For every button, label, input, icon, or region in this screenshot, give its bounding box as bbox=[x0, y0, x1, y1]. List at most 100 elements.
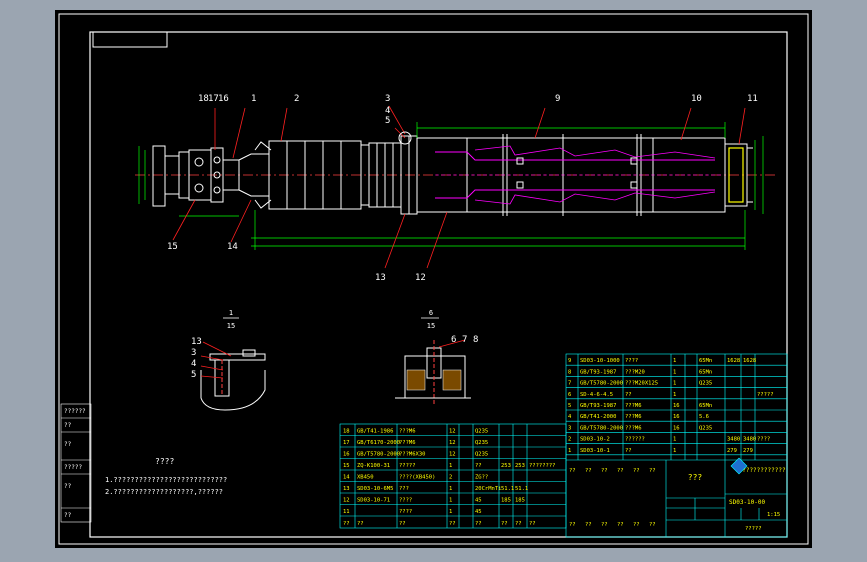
screw-flight-upper bbox=[474, 145, 716, 159]
drawing-scale: 1:15 bbox=[767, 512, 780, 518]
bom-right-cell: 1628 bbox=[727, 358, 740, 364]
bom-left-cell: ??? bbox=[399, 486, 409, 492]
bom-left-cell: 253 bbox=[501, 463, 511, 469]
bom-left-cell: ????? bbox=[399, 463, 416, 469]
margin-label: ????? bbox=[64, 464, 82, 471]
section-b-scale: 15 bbox=[427, 322, 435, 330]
title-block-label: ?? bbox=[633, 522, 640, 528]
section-b-callout: 8 bbox=[473, 335, 478, 345]
bom-right-cell: 7 bbox=[568, 381, 571, 387]
bom-right-cell: 1 bbox=[673, 448, 676, 454]
title-block-label: ?? bbox=[585, 468, 592, 474]
bom-right-cell: 3480 bbox=[727, 437, 740, 443]
bom-left-cell: 185 bbox=[501, 498, 511, 504]
motor-flange bbox=[152, 145, 166, 207]
bom-right-cell: ?????? bbox=[625, 437, 645, 443]
bom-right-cell: GB/T5780-2000 bbox=[580, 381, 623, 387]
bom-left-cell: ???? bbox=[399, 498, 412, 504]
part-number-callout: 2 bbox=[294, 94, 299, 104]
bom-right-cell: 3 bbox=[568, 425, 571, 431]
bom-right-cell: GB/T93-1987 bbox=[580, 403, 616, 409]
section-a-callout: 13 bbox=[191, 337, 202, 347]
part-number-callout: 3 bbox=[385, 94, 390, 104]
bom-left-header: ?? bbox=[501, 521, 508, 527]
title-block-label: ?? bbox=[569, 522, 576, 528]
bom-left-cell: 51.1 bbox=[515, 486, 528, 492]
sheet-label: ????? bbox=[745, 526, 762, 532]
bom-left-cell: 45 bbox=[475, 498, 482, 504]
bom-left-cell: Q235 bbox=[475, 429, 488, 435]
note-line: 1.??????????????????????????? bbox=[105, 476, 227, 484]
bom-left-cell: 12 bbox=[449, 452, 456, 458]
drawing-canvas[interactable]: 18 17 16 1 2 3 4 5 9 10 11 15 14 13 12 1 15 13 3 4 5 6 15 6 7 8??… bbox=[55, 10, 812, 548]
bom-right-cell: 279 bbox=[743, 448, 753, 454]
bom-right-cell: 1628 bbox=[743, 358, 756, 364]
bom-left-cell: GB/T41-1986 bbox=[357, 429, 393, 435]
notes-title: ???? bbox=[155, 457, 174, 466]
bom-left-cell: 12 bbox=[449, 429, 456, 435]
part-number-callout: 9 bbox=[555, 94, 560, 104]
section-b-callout: 7 bbox=[462, 335, 467, 345]
bom-right-cell: 6 bbox=[568, 392, 571, 398]
title-block-label: ?? bbox=[601, 468, 608, 474]
part-number-callout: 15 bbox=[167, 242, 178, 252]
section-a-callout: 5 bbox=[191, 370, 196, 380]
bom-left-header: ?? bbox=[357, 521, 364, 527]
bom-left-cell: GB/T5780-2000 bbox=[357, 452, 400, 458]
section-view-a bbox=[200, 317, 266, 411]
bom-right-cell: Q235 bbox=[699, 381, 712, 387]
bom-left-cell: 18 bbox=[343, 429, 350, 435]
part-number-callout: 12 bbox=[415, 273, 426, 283]
screw-flight-lower bbox=[474, 191, 716, 205]
corner-label-box bbox=[92, 31, 168, 48]
title-block-label: ?? bbox=[585, 522, 592, 528]
bom-left-cell: ????(XB450) bbox=[399, 475, 435, 481]
section-b-label: 6 bbox=[429, 309, 433, 317]
callout-leaders bbox=[172, 105, 746, 269]
bom-right-cell: 1 bbox=[673, 437, 676, 443]
bom-left-cell: ???????? bbox=[529, 463, 556, 469]
dimension-lines bbox=[138, 122, 764, 250]
margin-label: ?????? bbox=[64, 408, 86, 415]
note-line: 2.???????????????????,?????? bbox=[105, 488, 223, 496]
bom-right-cell: 16 bbox=[673, 403, 680, 409]
title-block-label: ?? bbox=[649, 522, 656, 528]
bom-right-cell: ?? bbox=[625, 392, 632, 398]
margin-label: ?? bbox=[64, 441, 72, 448]
bom-right-cell: GB/T5780-2000 bbox=[580, 425, 623, 431]
bom-left-cell: 45 bbox=[475, 509, 482, 515]
section-a-scale: 15 bbox=[227, 322, 235, 330]
bom-left-cell: Q235 bbox=[475, 440, 488, 446]
bom-left-cell: 1 bbox=[449, 486, 452, 492]
bom-right-cell: ???M6 bbox=[625, 425, 642, 431]
bom-right-cell: 16 bbox=[673, 414, 680, 420]
bom-right-cell: ???? bbox=[757, 437, 770, 443]
section-b-callout: 6 bbox=[451, 335, 456, 345]
title-block-label: ?? bbox=[649, 468, 656, 474]
bom-right-cell: ???M6 bbox=[625, 414, 642, 420]
bom-left-cell: ZG?? bbox=[475, 475, 488, 481]
bom-left-cell: 20CrMnTi bbox=[475, 486, 502, 492]
cad-viewport[interactable]: 18 17 16 1 2 3 4 5 9 10 11 15 14 13 12 1 15 13 3 4 5 6 15 6 7 8??… bbox=[0, 0, 867, 562]
bom-right-cell: ???? bbox=[625, 358, 638, 364]
part-number-callout: 10 bbox=[691, 94, 702, 104]
bom-left-cell: 1 bbox=[449, 463, 452, 469]
bom-right-cell: 279 bbox=[727, 448, 737, 454]
margin-label: ?? bbox=[64, 483, 72, 490]
bom-right-cell: 3480 bbox=[743, 437, 756, 443]
bom-left-cell: Q235 bbox=[475, 452, 488, 458]
bom-right-cell: 5.6 bbox=[699, 414, 709, 420]
part-number-callout: 11 bbox=[747, 94, 758, 104]
bom-left-cell: SD03-10-6M5 bbox=[357, 486, 393, 492]
bom-right-cell: 1 bbox=[568, 448, 571, 454]
bom-left-cell: 12 bbox=[449, 440, 456, 446]
title-block-label: ?? bbox=[633, 468, 640, 474]
bom-right-cell: ???M6 bbox=[625, 403, 642, 409]
drawing-sheet: 18 17 16 1 2 3459 10 1115 1413 12115133456156 7 8??… bbox=[58, 13, 809, 545]
bom-right-cell: 4 bbox=[568, 414, 572, 420]
part-number-callout: 5 bbox=[385, 116, 390, 126]
section-a-callout: 4 bbox=[191, 359, 196, 369]
bom-right-cell: 65Mn bbox=[699, 358, 712, 364]
bom-left-cell: 1 bbox=[449, 498, 452, 504]
part-number-callout: 4 bbox=[385, 106, 390, 116]
